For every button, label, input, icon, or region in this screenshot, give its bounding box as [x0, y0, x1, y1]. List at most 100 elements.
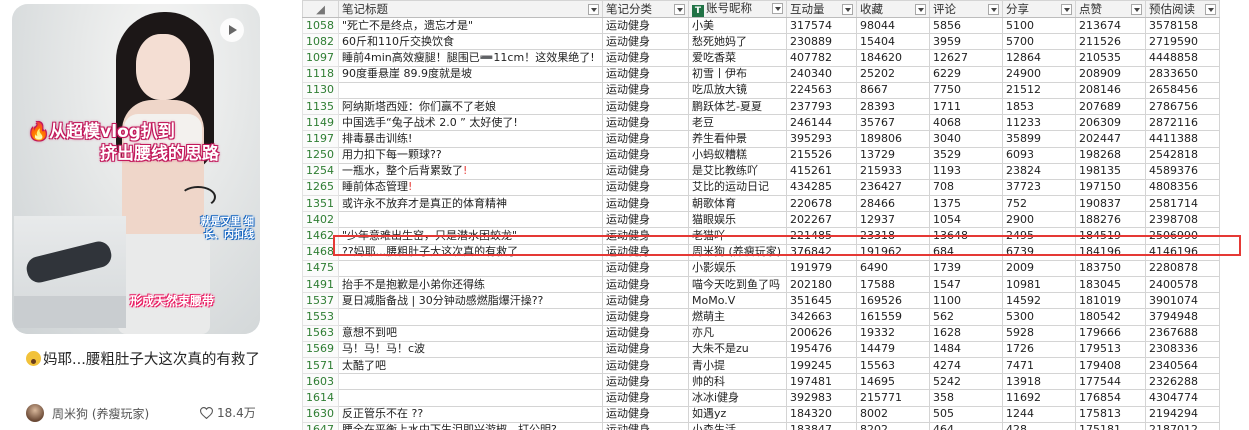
- cell-favorites[interactable]: 98044: [856, 16, 930, 35]
- table-row[interactable]: 1149 中国选手“兔子战术 2.0 ” 太好使了! 运动健身 老豆 246144 357…: [302, 114, 1220, 132]
- cell-title[interactable]: [338, 81, 603, 99]
- row-number[interactable]: 1468: [302, 243, 339, 261]
- cell-est-reads[interactable]: 2719590: [1145, 33, 1220, 51]
- cell-likes[interactable]: 210535: [1075, 49, 1146, 67]
- table-row[interactable]: 1197 排毒暴击训练! 运动健身 养生看仲景 395293 189806 3040 3589…: [302, 130, 1220, 148]
- cell-title[interactable]: [338, 308, 603, 326]
- cell-interactions[interactable]: 184320: [786, 405, 857, 423]
- cell-account[interactable]: 初雪丨伊布: [688, 65, 787, 83]
- cell-est-reads[interactable]: 2542818: [1145, 146, 1220, 164]
- cell-shares[interactable]: 2900: [1002, 211, 1076, 229]
- cell-shares[interactable]: 6739: [1002, 243, 1076, 261]
- cell-comments[interactable]: 1547: [929, 275, 1003, 294]
- cell-title[interactable]: 意想不到吧: [338, 324, 603, 342]
- cell-favorites[interactable]: 189806: [856, 130, 930, 148]
- cell-comments[interactable]: 708: [929, 178, 1003, 197]
- cell-interactions[interactable]: 237793: [786, 97, 857, 116]
- cell-title[interactable]: "少年意难出生窑，只是潜水困蛟龙": [338, 227, 603, 245]
- column-header-likes[interactable]: 点赞: [1075, 0, 1146, 18]
- cell-shares[interactable]: 5300: [1002, 308, 1076, 326]
- row-number[interactable]: 1603: [302, 373, 339, 391]
- cell-favorites[interactable]: 15563: [856, 356, 930, 375]
- cell-interactions[interactable]: 434285: [786, 178, 857, 197]
- cell-interactions[interactable]: 195476: [786, 340, 857, 358]
- table-row[interactable]: 1254 一瓶水，整个后背累致了! 运动健身 是艾比教练吖 415261 215933 11…: [302, 162, 1220, 180]
- cell-shares[interactable]: 24900: [1002, 65, 1076, 83]
- cell-comments[interactable]: 684: [929, 243, 1003, 261]
- row-number[interactable]: 1614: [302, 389, 339, 407]
- filter-dropdown-icon[interactable]: [772, 3, 783, 14]
- cell-comments[interactable]: 6229: [929, 65, 1003, 83]
- cell-shares[interactable]: 7471: [1002, 356, 1076, 375]
- cell-interactions[interactable]: 202180: [786, 275, 857, 294]
- row-number[interactable]: 1058: [302, 16, 339, 35]
- cell-interactions[interactable]: 199245: [786, 356, 857, 375]
- cell-account[interactable]: 鹏跃体艺-夏夏: [688, 97, 787, 116]
- cell-shares[interactable]: 1244: [1002, 405, 1076, 423]
- cell-title[interactable]: 抬手不是抱歉是小弟你还得练: [338, 275, 603, 294]
- cell-likes[interactable]: 175181: [1075, 421, 1146, 430]
- cell-account[interactable]: 周米狗 (养瘦玩家): [688, 243, 787, 261]
- table-row[interactable]: 1058 "死亡不是终点，遗忘才是" 运动健身 小美 317574 98044 5856 51…: [302, 16, 1220, 35]
- cell-likes[interactable]: 179666: [1075, 324, 1146, 342]
- cell-category[interactable]: 运动健身: [602, 340, 689, 358]
- cell-est-reads[interactable]: 3794948: [1145, 308, 1220, 326]
- cell-title[interactable]: 阿纳斯塔西娅：你们赢不了老娘: [338, 97, 603, 116]
- cell-title[interactable]: 排毒暴击训练!: [338, 130, 603, 148]
- cell-account[interactable]: 吃瓜放大镜: [688, 81, 787, 99]
- cell-category[interactable]: 运动健身: [602, 211, 689, 229]
- cell-likes[interactable]: 208909: [1075, 65, 1146, 83]
- cell-title[interactable]: 60斤和110斤交换饮食: [338, 33, 603, 51]
- filter-dropdown-icon[interactable]: [915, 4, 926, 15]
- cell-title[interactable]: 中国选手“兔子战术 2.0 ” 太好使了!: [338, 114, 603, 132]
- cell-shares[interactable]: 35899: [1002, 130, 1076, 148]
- cell-est-reads[interactable]: 2194294: [1145, 405, 1220, 423]
- cell-favorites[interactable]: 8202: [856, 421, 930, 430]
- cell-est-reads[interactable]: 2340564: [1145, 356, 1220, 375]
- cell-category[interactable]: 运动健身: [602, 33, 689, 51]
- cell-likes[interactable]: 176854: [1075, 389, 1146, 407]
- cell-account[interactable]: 青小提: [688, 356, 787, 375]
- cell-category[interactable]: 运动健身: [602, 162, 689, 180]
- cell-category[interactable]: 运动健身: [602, 195, 689, 213]
- row-number[interactable]: 1630: [302, 405, 339, 423]
- cell-favorites[interactable]: 17588: [856, 275, 930, 294]
- cell-title[interactable]: 或许永不放弃才是真正的体育精神: [338, 195, 603, 213]
- cell-shares[interactable]: 13918: [1002, 373, 1076, 391]
- cell-comments[interactable]: 562: [929, 308, 1003, 326]
- cell-favorites[interactable]: 191962: [856, 243, 930, 261]
- column-header-interactions[interactable]: 互动量: [786, 0, 857, 18]
- cell-likes[interactable]: 180542: [1075, 308, 1146, 326]
- cell-shares[interactable]: 5928: [1002, 324, 1076, 342]
- cell-category[interactable]: 运动健身: [602, 65, 689, 83]
- cell-account[interactable]: 是艾比教练吖: [688, 162, 787, 180]
- table-row[interactable]: 1462 "少年意难出生窑，只是潜水困蛟龙" 运动健身 老猫吖 221485 23318 1…: [302, 227, 1220, 245]
- table-row[interactable]: 1351 或许永不放弃才是真正的体育精神 运动健身 朝歌体育 220678 28466 13…: [302, 195, 1220, 213]
- cell-title[interactable]: 睡前体态管理!: [338, 178, 603, 197]
- cell-category[interactable]: 运动健身: [602, 389, 689, 407]
- cell-shares[interactable]: 1853: [1002, 97, 1076, 116]
- cell-comments[interactable]: 1628: [929, 324, 1003, 342]
- cell-comments[interactable]: 7750: [929, 81, 1003, 99]
- table-row[interactable]: 1630 反正管乐不在 ?? 运动健身 如遇yz 184320 8002 505 1244 17…: [302, 405, 1220, 423]
- cell-est-reads[interactable]: 2658456: [1145, 81, 1220, 99]
- post-cover-image[interactable]: 🔥从超模vlog扒到 挤出腰线的思路 就是又里 细长、内扣线 形成天然束腰带: [12, 4, 260, 334]
- row-number[interactable]: 1197: [302, 130, 339, 148]
- cell-account[interactable]: 艾比的运动日记: [688, 178, 787, 197]
- cell-comments[interactable]: 13648: [929, 227, 1003, 245]
- cell-shares[interactable]: 2495: [1002, 227, 1076, 245]
- cell-est-reads[interactable]: 2581714: [1145, 195, 1220, 213]
- cell-account[interactable]: 小蚂蚁糟糕: [688, 146, 787, 164]
- table-row[interactable]: 1553 运动健身 燃萌主 342663 161559 562 5300 180542 3794…: [302, 308, 1220, 326]
- cell-interactions[interactable]: 224563: [786, 81, 857, 99]
- table-row[interactable]: 1130 运动健身 吃瓜放大镜 224563 8667 7750 21512 208146 26…: [302, 81, 1220, 99]
- post-card[interactable]: 🔥从超模vlog扒到 挤出腰线的思路 就是又里 细长、内扣线 形成天然束腰带 妈…: [12, 4, 260, 424]
- cell-account[interactable]: 帅的科: [688, 373, 787, 391]
- cell-interactions[interactable]: 215526: [786, 146, 857, 164]
- cell-likes[interactable]: 198268: [1075, 146, 1146, 164]
- cell-interactions[interactable]: 392983: [786, 389, 857, 407]
- cell-category[interactable]: 运动健身: [602, 49, 689, 67]
- cell-account[interactable]: 养生看仲景: [688, 130, 787, 148]
- cell-title[interactable]: 用力扣下每一颗球??: [338, 146, 603, 164]
- cell-favorites[interactable]: 184620: [856, 49, 930, 67]
